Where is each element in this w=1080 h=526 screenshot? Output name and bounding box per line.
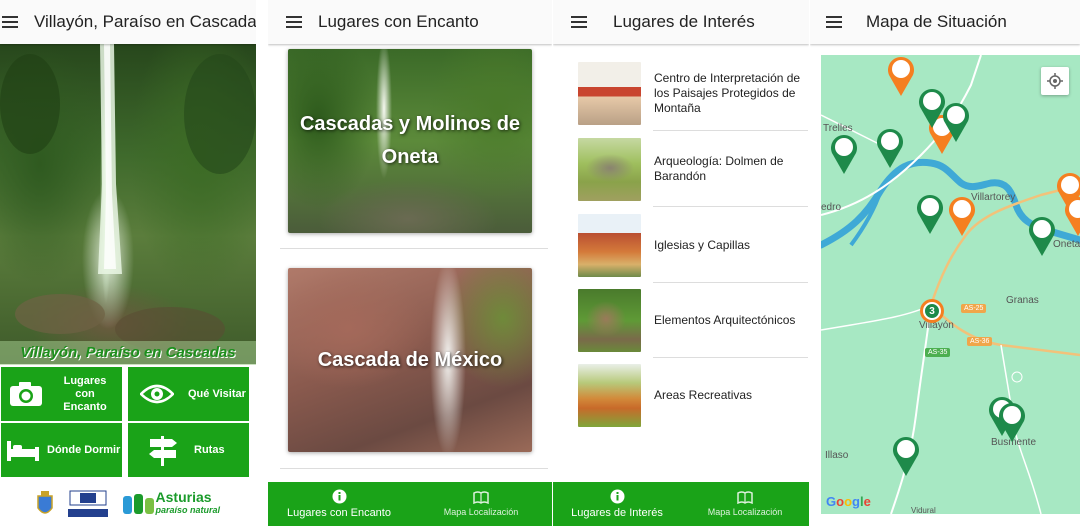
- info-icon: [610, 489, 624, 504]
- tile-lugares-con-encanto[interactable]: Lugares con Encanto: [1, 367, 122, 421]
- tile-label-line1: Lugares: [63, 374, 107, 387]
- map-label: Granas: [1006, 295, 1039, 306]
- hero-caption: Villayón, Paraíso en Cascadas: [0, 341, 256, 365]
- green-map-pin-icon[interactable]: [1027, 215, 1057, 257]
- app-bar: Villayón, Paraíso en Cascadas: [0, 0, 256, 44]
- page-title: Mapa de Situación: [866, 12, 1007, 31]
- asturias-logo-mark: [122, 494, 154, 514]
- lugares-con-encanto-screen: Lugares con Encanto Cascadas y Molinos d…: [268, 0, 552, 526]
- book-icon: [737, 491, 753, 504]
- item-label: Arqueología: Dolmen de Barandón: [654, 154, 784, 183]
- app-bar: Lugares de Interés: [553, 0, 809, 44]
- coat-of-arms-logo: [37, 491, 53, 514]
- thumbnail-image: [578, 213, 641, 277]
- info-icon: [332, 489, 346, 504]
- my-location-button[interactable]: [1041, 67, 1069, 95]
- brand-line1: Asturias: [155, 489, 212, 505]
- orange-map-pin-icon[interactable]: [886, 55, 916, 97]
- thumbnail-image: [578, 288, 641, 352]
- cluster-count: 3: [923, 302, 941, 320]
- hero-image: [0, 44, 256, 364]
- map-label: edro: [821, 202, 842, 213]
- divider: [280, 468, 548, 469]
- signpost-icon: [149, 436, 177, 466]
- sponsor-logos: Asturias paraíso natural: [0, 482, 256, 526]
- mapa-de-situacion-screen: Mapa de Situación Trelles Villartorey On…: [810, 0, 1080, 526]
- item-label: Areas Recreativas: [654, 387, 753, 402]
- item-label: Iglesias y Capillas: [654, 237, 751, 252]
- divider: [280, 248, 548, 249]
- card-title: Cascada de México: [317, 348, 503, 371]
- lugares-de-interes-screen: Lugares de Interés Centro de Interpretac…: [553, 0, 809, 526]
- map-cluster[interactable]: 3: [920, 299, 944, 323]
- nav-label: Lugares de Interés: [571, 507, 663, 519]
- road-shield: AS-25: [961, 304, 987, 313]
- menu-icon[interactable]: [286, 16, 302, 28]
- card-title: Cascadas y Molinos de Oneta: [299, 113, 521, 168]
- card-cascadas-molinos-oneta[interactable]: Cascadas y Molinos de Oneta: [288, 49, 532, 233]
- card-cascada-de-mexico[interactable]: Cascada de México: [288, 268, 532, 452]
- menu-icon[interactable]: [826, 16, 842, 28]
- page-title: Lugares con Encanto: [318, 12, 479, 31]
- green-map-pin-icon[interactable]: [829, 133, 859, 175]
- waterfall-illustration: [0, 44, 256, 351]
- road-shield: AS-36: [967, 337, 993, 346]
- list-item[interactable]: Arqueología: Dolmen de Barandón: [578, 131, 808, 207]
- google-logo: Google: [826, 494, 871, 509]
- nav-lugares-de-interes[interactable]: Lugares de Interés: [553, 482, 681, 526]
- item-label: Elementos Arquitectónicos: [654, 312, 796, 327]
- green-map-pin-icon[interactable]: [915, 193, 945, 235]
- my-location-icon: [1047, 73, 1063, 89]
- list-item[interactable]: Centro de Interpretación de los Paisajes…: [578, 55, 808, 131]
- road-shield: AS-35: [925, 348, 951, 357]
- nav-mapa-localizacion[interactable]: Mapa Localización: [681, 482, 809, 526]
- map-view[interactable]: Trelles Villartorey Oneta Granas Villayó…: [821, 55, 1080, 514]
- tile-label: Qué Visitar: [188, 387, 246, 400]
- asturias-brand: Asturias paraíso natural: [155, 489, 221, 517]
- page-title: Villayón, Paraíso en Cascadas: [34, 12, 256, 31]
- app-bar: Lugares con Encanto: [268, 0, 552, 44]
- book-icon: [473, 491, 489, 504]
- tile-label-line2: con Encanto: [63, 387, 107, 413]
- orange-map-pin-icon[interactable]: [947, 195, 977, 237]
- menu-icon[interactable]: [571, 16, 587, 28]
- list-item[interactable]: Areas Recreativas: [578, 357, 808, 433]
- nav-label: Lugares con Encanto: [287, 507, 391, 519]
- camera-icon: [10, 382, 42, 406]
- eye-icon: [140, 384, 174, 404]
- nav-lugares-con-encanto[interactable]: Lugares con Encanto: [268, 482, 410, 526]
- item-label: Centro de Interpretación de los Paisajes…: [654, 70, 801, 115]
- orange-map-pin-icon[interactable]: [1063, 195, 1080, 237]
- tile-donde-dormir[interactable]: Dónde Dormir: [1, 423, 122, 477]
- government-logo: [67, 490, 108, 517]
- app-bar: Mapa de Situación: [810, 0, 1080, 44]
- thumbnail-image: [578, 61, 641, 125]
- list-item[interactable]: Elementos Arquitectónicos: [578, 282, 808, 358]
- home-screen: Villayón, Paraíso en Cascadas Villayón, …: [0, 0, 256, 526]
- green-map-pin-icon[interactable]: [941, 101, 971, 143]
- tile-que-visitar[interactable]: Qué Visitar: [128, 367, 249, 421]
- tile-label: Dónde Dormir: [47, 443, 121, 456]
- map-label: Villartorey: [971, 192, 1016, 203]
- bottom-navigation: Lugares de Interés Mapa Localización: [553, 482, 809, 526]
- green-map-pin-icon[interactable]: [875, 127, 905, 169]
- map-label: Illaso: [825, 450, 849, 461]
- bottom-navigation: Lugares con Encanto Mapa Localización: [268, 482, 552, 526]
- tile-rutas[interactable]: Rutas: [128, 423, 249, 477]
- green-map-pin-icon[interactable]: [891, 435, 921, 477]
- thumbnail-image: [578, 363, 641, 427]
- nav-label: Mapa Localización: [443, 507, 519, 517]
- tile-label: Rutas: [194, 443, 225, 456]
- brand-line2: paraíso natural: [155, 505, 221, 515]
- map-label: Vidural: [911, 506, 936, 514]
- list-item[interactable]: Iglesias y Capillas: [578, 207, 808, 283]
- nav-mapa-localizacion[interactable]: Mapa Localización: [410, 482, 552, 526]
- green-map-pin-icon[interactable]: [997, 401, 1027, 443]
- page-title: Lugares de Interés: [613, 12, 755, 31]
- map-label: Oneta: [1053, 239, 1080, 250]
- menu-icon[interactable]: [2, 16, 18, 28]
- bed-icon: [7, 441, 39, 461]
- nav-label: Mapa Localización: [707, 507, 783, 517]
- thumbnail-image: [578, 137, 641, 201]
